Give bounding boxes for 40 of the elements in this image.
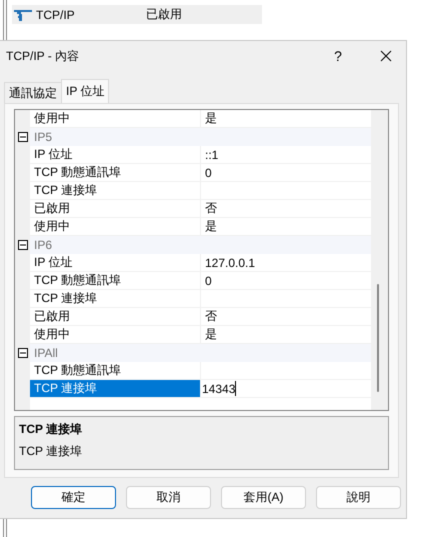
property-value: 是: [205, 218, 217, 235]
dialog-button[interactable]: 說明: [316, 486, 401, 509]
property-value: 127.0.0.1: [205, 256, 256, 270]
property-name[interactable]: TCP 動態通訊埠: [30, 272, 201, 290]
dialog-button[interactable]: 取消: [126, 486, 211, 509]
window-title: TCP/IP - 內容: [6, 48, 80, 64]
category-header[interactable]: IP5: [30, 128, 371, 146]
tab[interactable]: 通訊協定: [4, 82, 62, 103]
property-value: 0: [205, 166, 212, 180]
protocol-name: TCP/IP: [36, 8, 76, 22]
property-name[interactable]: TCP 連接埠: [30, 380, 201, 398]
category-header[interactable]: IPAll: [30, 344, 371, 362]
description-text: TCP 連接埠: [19, 443, 84, 460]
network-icon: [14, 8, 32, 20]
property-name[interactable]: TCP 連接埠: [30, 182, 201, 200]
category-header[interactable]: IP6: [30, 236, 371, 254]
collapse-icon[interactable]: [18, 348, 28, 358]
property-value: 否: [205, 200, 217, 217]
property-name[interactable]: 已啟用: [30, 308, 201, 326]
property-value: 是: [205, 110, 217, 127]
dialog-button[interactable]: 確定: [31, 486, 116, 509]
property-name[interactable]: IP 位址: [30, 254, 201, 272]
property-value: ::1: [205, 148, 218, 162]
collapse-icon[interactable]: [18, 132, 28, 142]
property-value: 0: [205, 274, 212, 288]
protocol-status: 已啟用: [146, 6, 182, 23]
property-name[interactable]: TCP 動態通訊埠: [30, 164, 201, 182]
scrollbar-thumb[interactable]: [377, 284, 379, 392]
property-value: 否: [205, 308, 217, 325]
dialog-button[interactable]: 套用(A): [221, 486, 306, 509]
close-icon: [380, 50, 392, 62]
help-button[interactable]: ?: [318, 41, 358, 71]
description-title: TCP 連接埠: [19, 421, 84, 438]
property-value: 是: [205, 326, 217, 343]
protocol-row[interactable]: TCP/IP 已啟用: [12, 5, 262, 24]
collapse-icon[interactable]: [18, 240, 28, 250]
tab[interactable]: IP 位址: [61, 79, 110, 103]
property-name[interactable]: 已啟用: [30, 200, 201, 218]
property-name[interactable]: TCP 連接埠: [30, 290, 201, 308]
property-name[interactable]: IP 位址: [30, 146, 201, 164]
